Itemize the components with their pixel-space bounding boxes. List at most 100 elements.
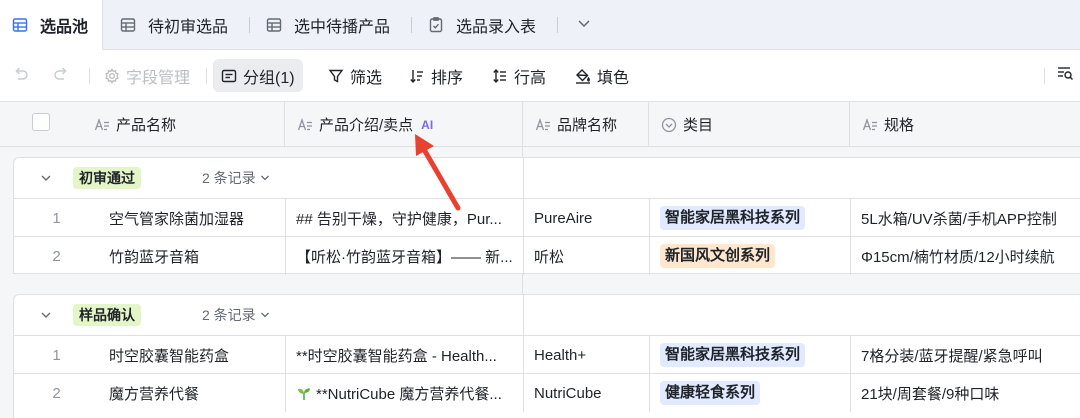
tab-label: 选品池 — [40, 19, 89, 36]
row-height-label: 行高 — [514, 69, 547, 87]
row-index: 2 — [52, 384, 61, 402]
column-header-label: 类目 — [683, 117, 714, 134]
cell-product-name[interactable]: 空气管家除菌加湿器 — [99, 199, 286, 237]
row-index: 1 — [52, 346, 61, 364]
cell-category[interactable]: 智能家居黑科技系列 — [650, 199, 851, 237]
sort-label: 排序 — [431, 69, 464, 87]
category-tag: 新国风文创系列 — [660, 244, 776, 268]
tab-selected-pending-live[interactable]: 选中待播产品 — [266, 0, 390, 50]
column-header-brand[interactable]: 品牌名称 — [523, 102, 649, 147]
seedling-icon — [296, 385, 312, 401]
table-header: 产品名称 产品介绍/卖点 AI 品牌名称 类目 规格 — [0, 102, 1080, 147]
cell-product-name[interactable]: 时空胶囊智能药盒 — [99, 336, 286, 374]
cell-spec[interactable]: 21块/周套餐/9种口味 — [851, 374, 1080, 412]
tab-divider — [249, 17, 250, 33]
tab-label: 选品录入表 — [456, 19, 537, 36]
collapse-chevron-icon[interactable] — [40, 171, 52, 183]
cell-brand[interactable]: Health+ — [524, 336, 650, 374]
paint-bucket-icon — [575, 68, 591, 84]
column-divider — [523, 158, 524, 198]
cell-product-name[interactable]: 魔方营养代餐 — [99, 374, 286, 412]
table-row[interactable]: 2 竹韵蓝牙音箱 【听松·竹韵蓝牙音箱】—— 新... 听松 新国风文创系列 Φ… — [14, 236, 1080, 275]
toolbar-divider — [89, 68, 90, 84]
column-header-label: 产品名称 — [116, 117, 177, 134]
group-record-count[interactable]: 2 条记录 — [202, 168, 270, 188]
table-icon — [266, 17, 282, 33]
tab-pending-review[interactable]: 待初审选品 — [120, 0, 228, 50]
tab-label: 选中待播产品 — [294, 19, 391, 36]
table-body: 初审通过 2 条记录 1 空气管家除菌加湿器 ## 告别干燥，守护健康，Pur.… — [0, 147, 1080, 418]
undo-icon — [12, 64, 30, 87]
redo-icon — [52, 64, 70, 87]
category-tag: 健康轻食系列 — [660, 381, 761, 405]
view-tab-bar: 选品池 待初审选品 选中待播产品 选品录入表 — [0, 0, 1080, 50]
fill-color-label: 填色 — [597, 69, 630, 87]
row-height-button[interactable]: 行高 — [484, 59, 554, 92]
row-index: 1 — [52, 209, 61, 227]
filter-button[interactable]: 筛选 — [320, 59, 390, 92]
search-list-icon — [1056, 64, 1074, 87]
category-tag: 智能家居黑科技系列 — [660, 343, 806, 367]
column-header-label: 规格 — [884, 117, 915, 134]
cell-category[interactable]: 健康轻食系列 — [650, 374, 851, 412]
tab-label: 待初审选品 — [148, 19, 229, 36]
tab-entry-form[interactable]: 选品录入表 — [428, 0, 536, 50]
text-field-icon — [94, 117, 110, 133]
chevron-down-icon — [260, 170, 270, 186]
group-label-tag: 初审通过 — [73, 167, 141, 189]
column-divider — [522, 147, 523, 157]
chevron-down-icon — [260, 307, 270, 323]
cell-category[interactable]: 智能家居黑科技系列 — [650, 336, 851, 374]
group-header: 初审通过 2 条记录 — [14, 158, 1080, 198]
column-header-category[interactable]: 类目 — [649, 102, 850, 147]
group-record-count[interactable]: 2 条记录 — [202, 305, 270, 325]
field-manage-button[interactable]: 字段管理 — [96, 59, 198, 92]
table-icon — [120, 17, 136, 33]
cell-category[interactable]: 新国风文创系列 — [650, 237, 851, 275]
cell-product-intro[interactable]: **NutriCube 魔方营养代餐... — [286, 374, 524, 412]
text-field-icon — [535, 117, 551, 133]
table-row[interactable]: 2 魔方营养代餐 **NutriCube 魔方营养代餐... NutriCube… — [14, 373, 1080, 412]
redo-button[interactable] — [48, 59, 74, 92]
search-records-button[interactable] — [1050, 59, 1080, 92]
column-divider — [522, 274, 523, 294]
fill-color-button[interactable]: 填色 — [567, 59, 637, 92]
cell-product-intro[interactable]: 【听松·竹韵蓝牙音箱】—— 新... — [286, 237, 524, 275]
sort-icon — [409, 68, 425, 84]
column-header-product-name[interactable]: 产品名称 — [82, 102, 285, 147]
filter-icon — [328, 68, 344, 84]
cell-product-intro[interactable]: **时空胶囊智能药盒 - Health... — [286, 336, 524, 374]
group-record-count-text: 2 条记录 — [202, 307, 256, 323]
group-icon — [221, 68, 237, 84]
row-height-icon — [492, 68, 508, 84]
undo-button[interactable] — [8, 59, 34, 92]
cell-product-name[interactable]: 竹韵蓝牙音箱 — [99, 237, 286, 275]
view-toolbar: 字段管理 分组(1) 筛选 排序 行高 填色 — [0, 50, 1080, 102]
category-tag: 智能家居黑科技系列 — [660, 206, 806, 230]
field-manage-label: 字段管理 — [126, 69, 191, 87]
cell-spec[interactable]: 7格分装/蓝牙提醒/紧急呼叫 — [851, 336, 1080, 374]
more-tabs-button[interactable] — [576, 0, 592, 50]
toolbar-divider — [206, 68, 207, 84]
collapse-chevron-icon[interactable] — [40, 308, 52, 320]
row-index: 2 — [52, 247, 61, 265]
sort-button[interactable]: 排序 — [401, 59, 471, 92]
table-row[interactable]: 1 时空胶囊智能药盒 **时空胶囊智能药盒 - Health... Health… — [14, 335, 1080, 374]
column-divider — [523, 295, 524, 335]
tab-product-pool[interactable]: 选品池 — [0, 0, 103, 50]
cell-brand[interactable]: PureAire — [524, 199, 650, 237]
table-icon — [12, 17, 28, 33]
chevron-down-icon — [576, 15, 592, 36]
cell-spec[interactable]: Φ15cm/楠竹材质/12小时续航 — [851, 237, 1080, 275]
group-button[interactable]: 分组(1) — [213, 59, 303, 92]
cell-spec[interactable]: 5L水箱/UV杀菌/手机APP控制 — [851, 199, 1080, 237]
table-row[interactable]: 1 空气管家除菌加湿器 ## 告别干燥，守护健康，Pur... PureAire… — [14, 198, 1080, 237]
single-select-icon — [661, 117, 677, 133]
column-header-spec[interactable]: 规格 — [850, 102, 1080, 147]
cell-brand[interactable]: 听松 — [524, 237, 650, 275]
record-group: 样品确认 2 条记录 1 时空胶囊智能药盒 **时空胶囊智能药盒 - Healt… — [13, 294, 1080, 418]
select-all-checkbox[interactable] — [32, 113, 50, 131]
cell-product-intro-text: **NutriCube 魔方营养代餐... — [316, 385, 502, 403]
cell-brand[interactable]: NutriCube — [524, 374, 650, 412]
annotation-arrow — [415, 134, 461, 211]
